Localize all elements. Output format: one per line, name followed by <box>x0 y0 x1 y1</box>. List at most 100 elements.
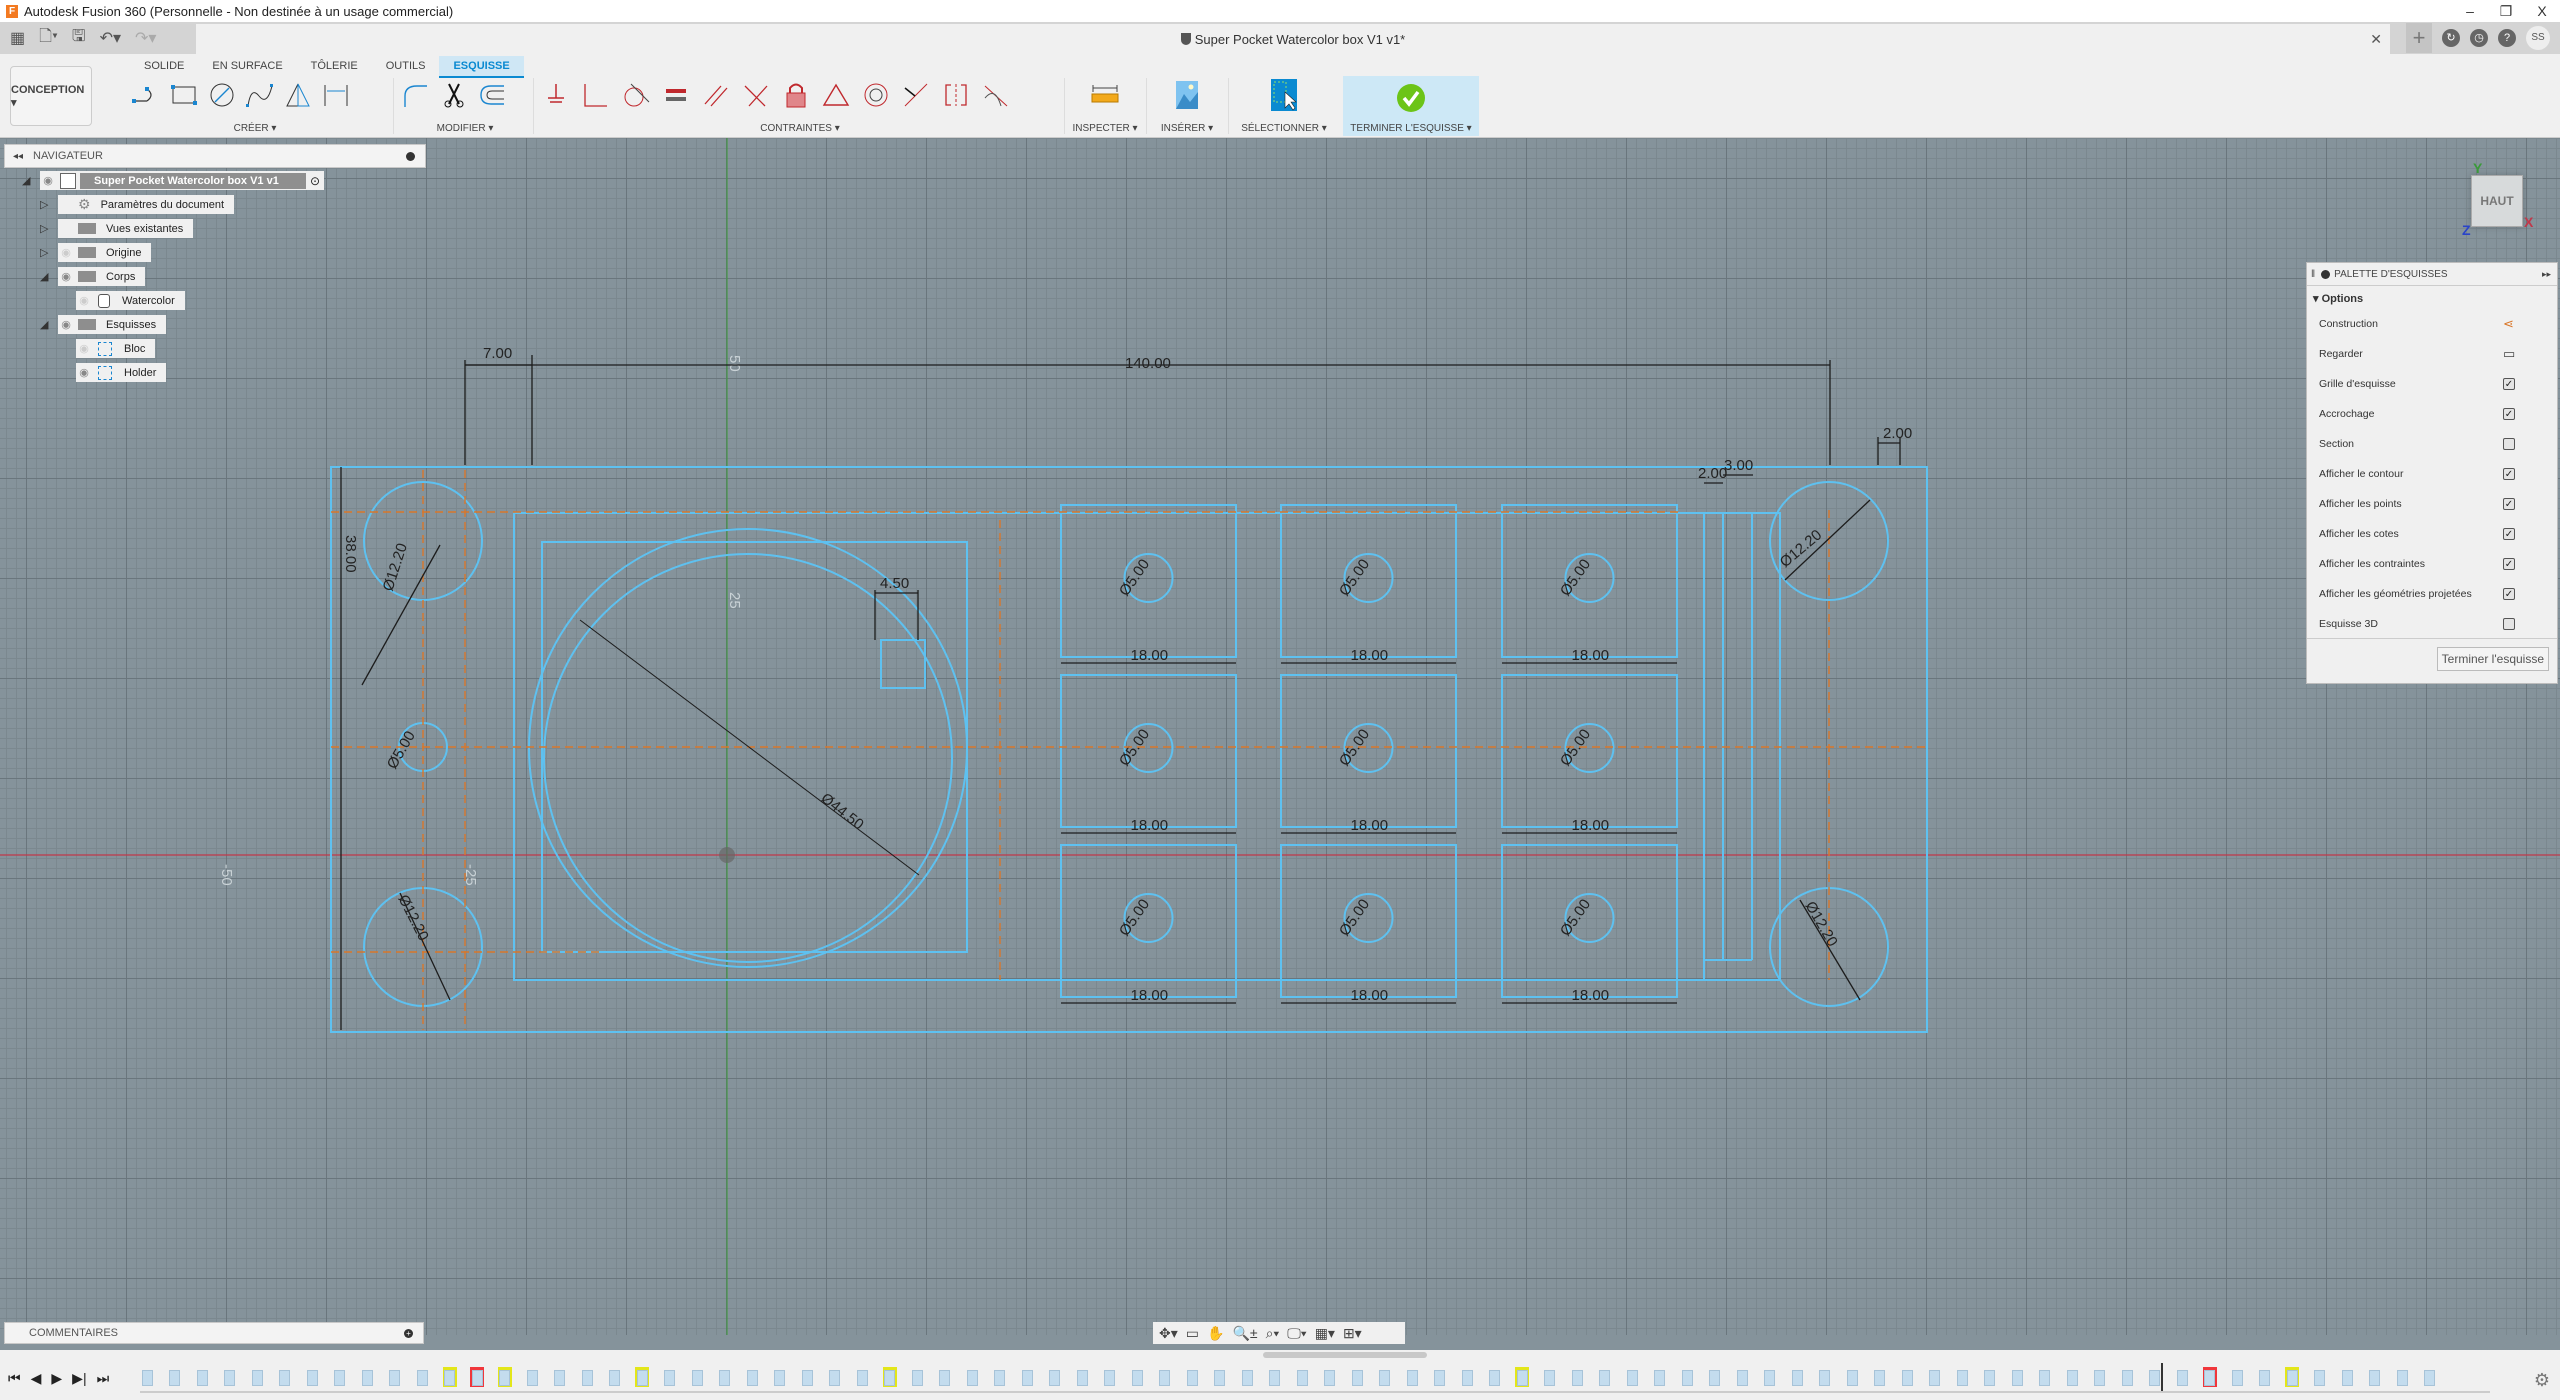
timeline-feature[interactable] <box>1075 1367 1089 1387</box>
timeline-feature[interactable] <box>1543 1367 1557 1387</box>
pan-hand-icon[interactable]: ✋ <box>1207 1325 1224 1342</box>
timeline-feature[interactable] <box>580 1367 594 1387</box>
dimension-text-cell-width[interactable]: 18.00 <box>1351 647 1389 664</box>
timeline-feature[interactable] <box>1983 1367 1997 1387</box>
expand-root-icon[interactable]: ◢ <box>22 175 34 187</box>
timeline-feature[interactable] <box>745 1367 759 1387</box>
timeline-feature[interactable] <box>2010 1367 2024 1387</box>
origin-point-icon[interactable] <box>719 847 735 863</box>
palette-checkbox[interactable] <box>2503 438 2515 450</box>
timeline-feature[interactable] <box>635 1367 649 1387</box>
timeline-feature[interactable] <box>250 1367 264 1387</box>
timeline-feature[interactable] <box>828 1367 842 1387</box>
timeline-feature[interactable] <box>1900 1367 1914 1387</box>
timeline-feature[interactable] <box>1928 1367 1942 1387</box>
timeline-feature[interactable] <box>223 1367 237 1387</box>
timeline-feature[interactable] <box>2230 1367 2244 1387</box>
expand-toggle-icon[interactable]: ▷ <box>40 199 52 211</box>
sketch-canvas[interactable]: 50 25 -50 -25 18.00Ø5.0018.00Ø5.0018.00Ø… <box>0 0 2560 1400</box>
dimension-text-edge-2[interactable]: 2.00 <box>1883 425 1912 442</box>
timeline-first-icon[interactable]: ⏮ <box>8 1370 21 1387</box>
timeline-feature[interactable] <box>305 1367 319 1387</box>
timeline-feature[interactable] <box>855 1367 869 1387</box>
timeline-feature[interactable] <box>2038 1367 2052 1387</box>
timeline-feature[interactable] <box>718 1367 732 1387</box>
timeline-feature[interactable] <box>360 1367 374 1387</box>
dimension-text-cell-hole[interactable]: Ø5.00 <box>1557 896 1594 939</box>
timeline-feature[interactable] <box>2065 1367 2079 1387</box>
palette-checkbox[interactable]: ✓ <box>2503 378 2515 390</box>
big-circle-outer[interactable] <box>528 528 968 968</box>
palette-options-section[interactable]: ▾ Options <box>2307 286 2557 309</box>
timeline-feature[interactable] <box>882 1367 897 1387</box>
timeline-feature[interactable] <box>415 1367 429 1387</box>
cell-rectangle[interactable] <box>1280 674 1457 828</box>
visibility-eye-icon[interactable]: ◉ <box>58 270 74 283</box>
timeline-feature[interactable] <box>1295 1367 1309 1387</box>
timeline-feature[interactable] <box>1350 1367 1364 1387</box>
timeline-feature[interactable] <box>1213 1367 1227 1387</box>
palette-option[interactable]: Afficher les cotes ✓ <box>2307 519 2557 549</box>
navigator-item[interactable]: ◉ Bloc <box>76 339 156 358</box>
expand-toggle-icon[interactable]: ▷ <box>40 223 52 235</box>
dimension-text-corner-hole[interactable]: Ø12.20 <box>380 541 411 593</box>
dimension-text-cell-hole[interactable]: Ø5.00 <box>1116 726 1153 769</box>
collapse-navigator-icon[interactable]: ◂◂ <box>13 151 23 162</box>
dimension-text-cell-hole[interactable]: Ø5.00 <box>1557 556 1594 599</box>
timeline-feature[interactable] <box>1818 1367 1832 1387</box>
dimension-text-cell-width[interactable]: 18.00 <box>1572 987 1610 1004</box>
visibility-eye-icon[interactable]: ◉ <box>40 174 56 187</box>
timeline-feature[interactable] <box>525 1367 539 1387</box>
timeline-feature[interactable] <box>2120 1367 2134 1387</box>
grid-settings-icon[interactable]: ▦▾ <box>1315 1325 1335 1342</box>
navigator-item[interactable]: ◉ Watercolor <box>76 291 185 310</box>
timeline-feature[interactable] <box>1955 1367 1969 1387</box>
dimension-text-corner-hole[interactable]: Ø12.20 <box>394 892 431 944</box>
dimension-text-cell-hole[interactable]: Ø5.00 <box>1336 896 1373 939</box>
timeline-feature[interactable] <box>2148 1367 2162 1387</box>
timeline-feature[interactable] <box>1873 1367 1887 1387</box>
timeline-feature[interactable] <box>470 1367 484 1387</box>
timeline-feature[interactable] <box>2313 1367 2327 1387</box>
dimension-text-cell-width[interactable]: 18.00 <box>1572 817 1610 834</box>
big-circle-inner[interactable] <box>543 553 953 963</box>
dimension-text-gap-3[interactable]: 3.00 <box>1724 457 1753 474</box>
timeline-play-icon[interactable]: ▶ <box>51 1370 62 1387</box>
timeline-feature[interactable] <box>993 1367 1007 1387</box>
palette-collapse-icon[interactable]: ▸▸ <box>2542 269 2551 280</box>
display-settings-icon[interactable]: 🖵▾ <box>1287 1325 1306 1342</box>
cell-rectangle[interactable] <box>1280 504 1457 658</box>
timeline-feature[interactable] <box>1378 1367 1392 1387</box>
timeline-next-icon[interactable]: ▶| <box>72 1370 86 1387</box>
timeline-feature[interactable] <box>278 1367 292 1387</box>
dimension-text-cell-width[interactable]: 18.00 <box>1131 987 1169 1004</box>
viewports-icon[interactable]: ⊞▾ <box>1343 1325 1362 1342</box>
add-comment-icon[interactable]: + <box>404 1328 413 1338</box>
timeline-feature[interactable] <box>1240 1367 1254 1387</box>
finish-sketch-button[interactable]: Terminer l'esquisse <box>2436 647 2549 671</box>
timeline-feature[interactable] <box>1653 1367 1667 1387</box>
cell-rectangle[interactable] <box>1060 674 1237 828</box>
timeline-feature[interactable] <box>2285 1367 2299 1387</box>
timeline-feature[interactable] <box>1845 1367 1859 1387</box>
timeline-feature[interactable] <box>1048 1367 1062 1387</box>
navigator-item[interactable]: ⚙ Paramètres du document <box>58 195 235 214</box>
expand-toggle-icon[interactable]: ◢ <box>40 271 52 283</box>
dimension-text-cell-width[interactable]: 18.00 <box>1572 647 1610 664</box>
cell-rectangle[interactable] <box>1501 844 1678 998</box>
timeline-feature[interactable] <box>1735 1367 1749 1387</box>
timeline-feature[interactable] <box>690 1367 704 1387</box>
timeline-feature[interactable] <box>2202 1367 2217 1387</box>
timeline-feature[interactable] <box>2258 1367 2272 1387</box>
timeline-feature[interactable] <box>1158 1367 1172 1387</box>
timeline-feature[interactable] <box>1790 1367 1804 1387</box>
timeline-feature[interactable] <box>442 1367 457 1387</box>
timeline-feature[interactable] <box>1433 1367 1447 1387</box>
palette-option[interactable]: Afficher les points ✓ <box>2307 489 2557 519</box>
palette-checkbox[interactable]: ✓ <box>2503 408 2515 420</box>
timeline-last-icon[interactable]: ⏭ <box>97 1370 110 1387</box>
palette-checkbox[interactable]: ✓ <box>2503 498 2515 510</box>
cell-rectangle[interactable] <box>1060 504 1237 658</box>
timeline-feature[interactable] <box>1460 1367 1474 1387</box>
timeline-feature[interactable] <box>1020 1367 1034 1387</box>
